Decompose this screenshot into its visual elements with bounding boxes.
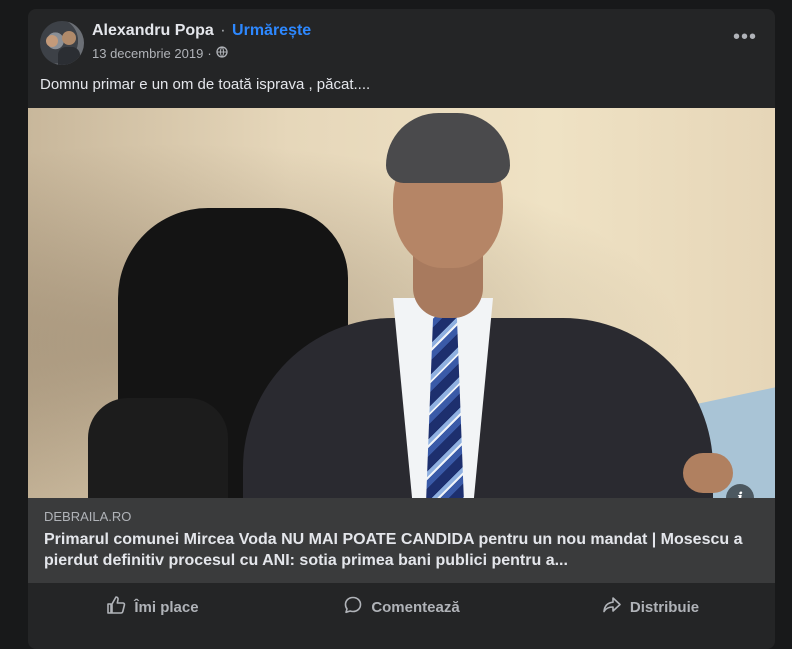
author-line: Alexandru Popa · Urmărește xyxy=(92,22,311,40)
post-text: Domnu primar e un om de toată isprava , … xyxy=(40,76,371,93)
comment-label: Comentează xyxy=(371,598,460,616)
post-meta: 13 decembrie 2019 · xyxy=(92,46,228,61)
thumbs-up-icon xyxy=(106,595,126,619)
date-separator: · xyxy=(207,46,212,61)
link-preview-image[interactable] xyxy=(28,108,775,498)
comment-icon xyxy=(343,595,363,619)
more-options-button[interactable]: ••• xyxy=(727,19,763,55)
like-label: Îmi place xyxy=(134,598,199,616)
comment-button[interactable]: Comentează xyxy=(277,587,526,627)
name-separator: · xyxy=(220,22,226,39)
author-name[interactable]: Alexandru Popa xyxy=(92,22,214,39)
share-label: Distribuie xyxy=(629,598,700,616)
action-bar: Îmi place Comentează Distribuie xyxy=(28,587,775,627)
link-domain: DEBRAILA.RO xyxy=(44,509,132,524)
post-header: Alexandru Popa · Urmărește 13 decembrie … xyxy=(40,21,763,67)
post-card: Alexandru Popa · Urmărește 13 decembrie … xyxy=(28,9,775,649)
follow-button[interactable]: Urmărește xyxy=(232,22,311,39)
link-title: Primarul comunei Mircea Voda NU MAI POAT… xyxy=(44,531,743,569)
more-icon: ••• xyxy=(732,25,757,48)
share-icon xyxy=(602,595,622,619)
like-button[interactable]: Îmi place xyxy=(28,587,277,627)
globe-icon[interactable] xyxy=(216,46,228,61)
share-button[interactable]: Distribuie xyxy=(526,587,775,627)
link-preview[interactable]: DEBRAILA.RO Primarul comunei Mircea Voda… xyxy=(28,498,775,583)
avatar[interactable] xyxy=(40,21,84,65)
post-date[interactable]: 13 decembrie 2019 xyxy=(92,46,203,61)
